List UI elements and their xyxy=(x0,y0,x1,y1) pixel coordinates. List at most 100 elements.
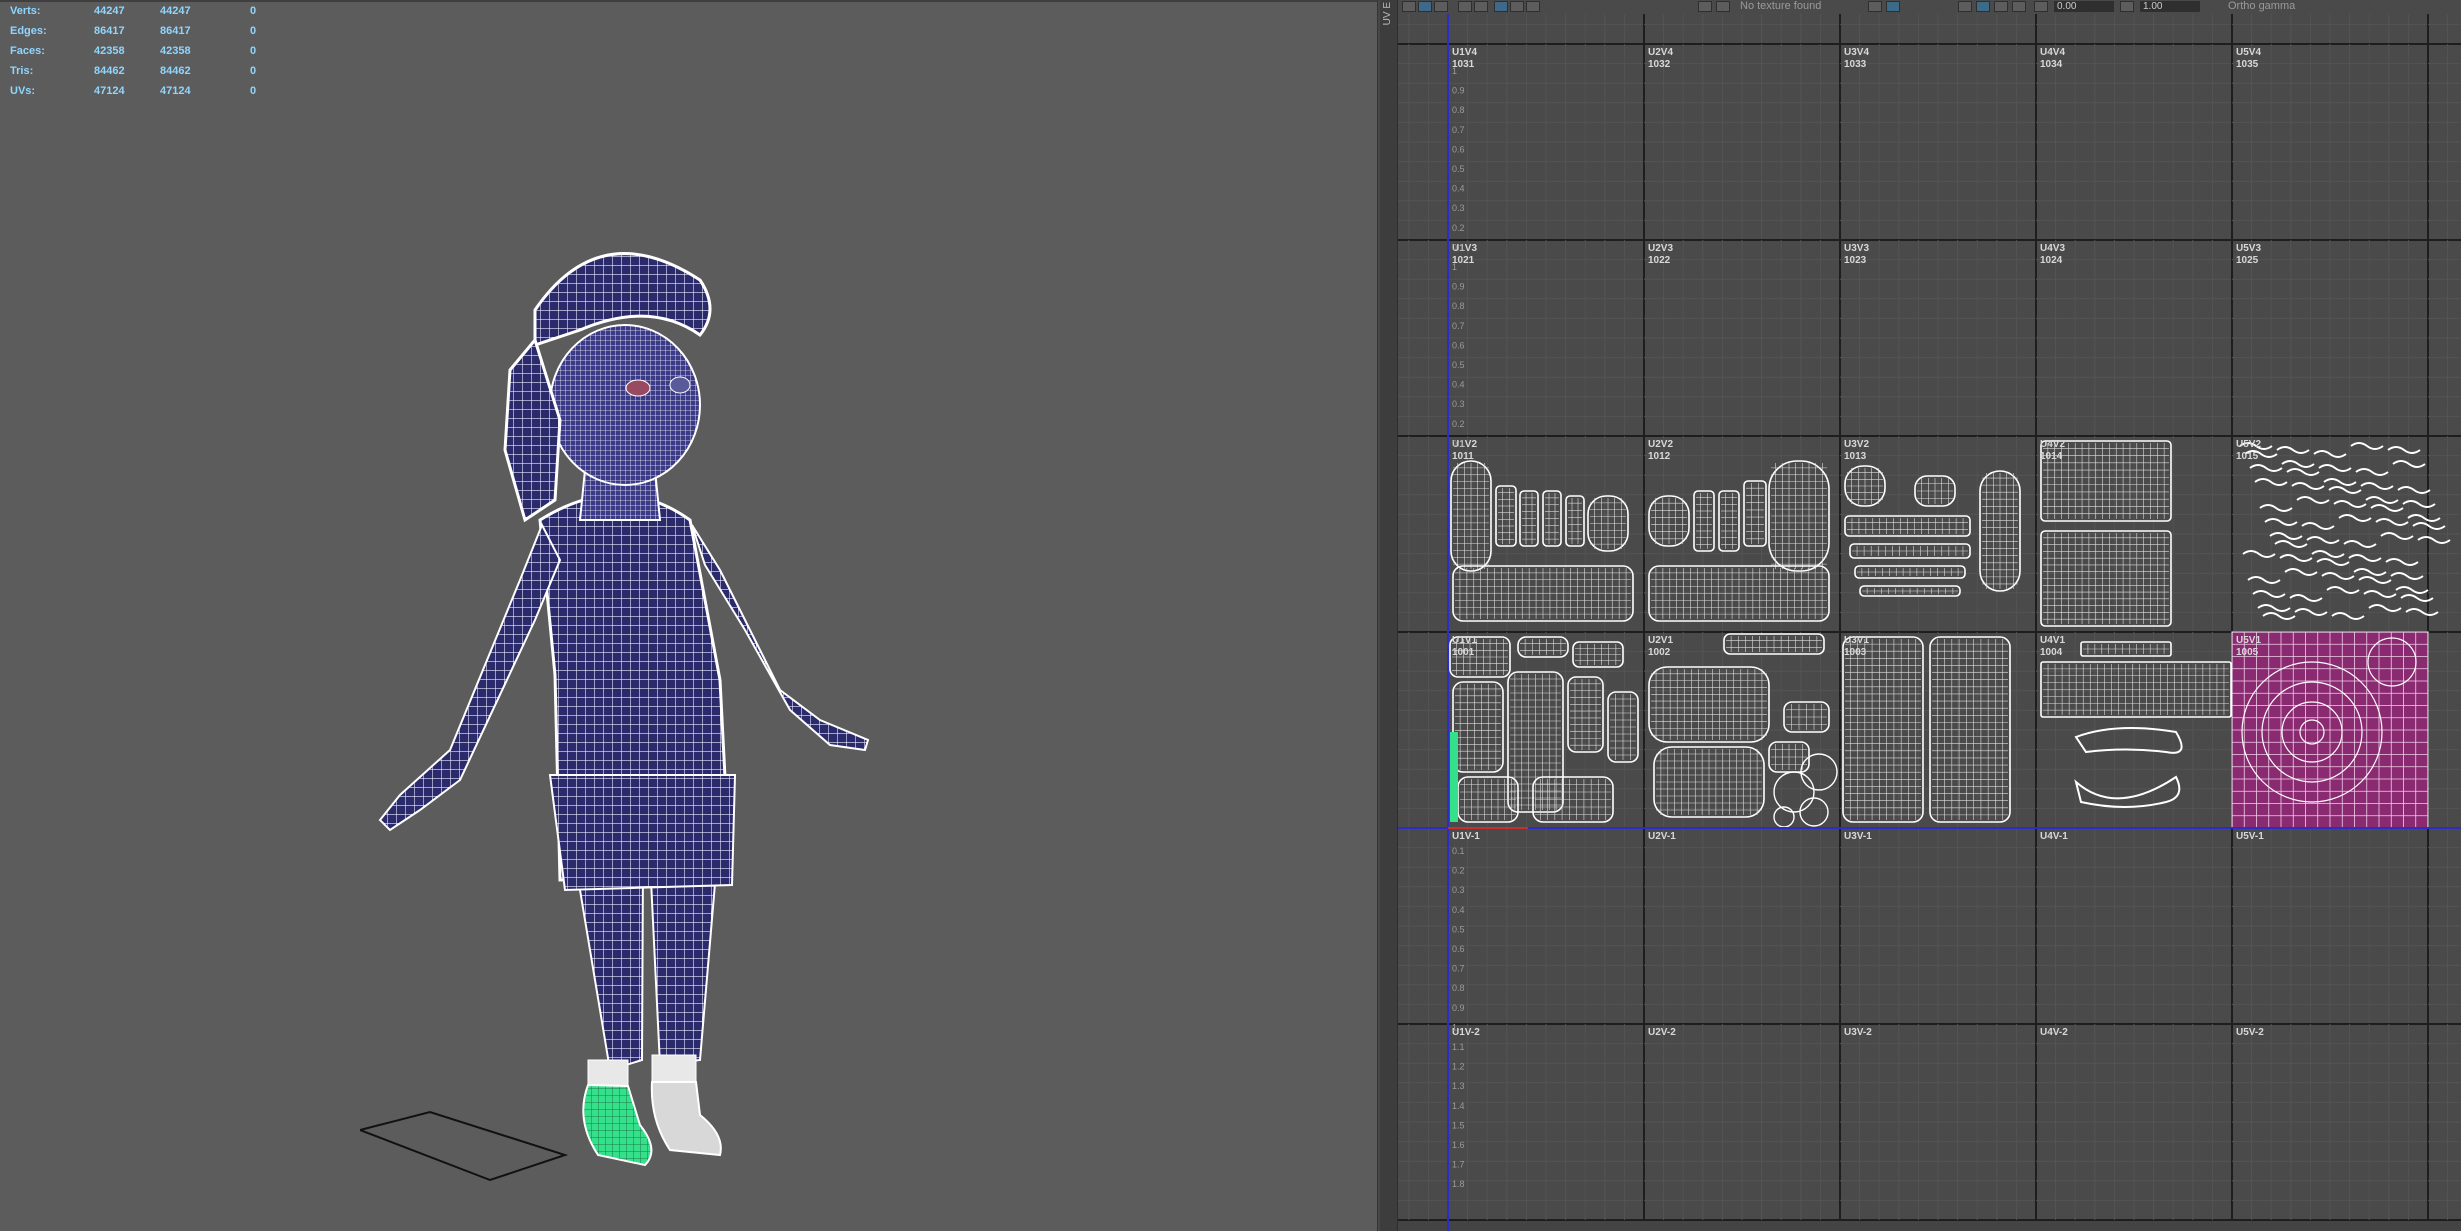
uv-editor-sidebar: UV E xyxy=(1380,0,1398,1231)
uv-tool-icon[interactable] xyxy=(1526,1,1540,12)
hud-value: 42358 xyxy=(160,45,191,57)
tile-label: U2V4 xyxy=(1648,47,1673,58)
uv-editor-panel[interactable]: UV E No texture found 0.00 1.00 Ortho ga… xyxy=(1380,0,2461,1231)
tile-label: U4V1 xyxy=(2040,635,2065,646)
ruler-tick-label: 0.4 xyxy=(1452,905,1465,915)
gamma-field[interactable]: 1.00 xyxy=(2140,1,2200,12)
uv-tool-icon[interactable] xyxy=(1418,1,1432,12)
tile-number: 1014 xyxy=(2040,451,2063,462)
tile-label: U3V-1 xyxy=(1844,831,1872,842)
display-icon[interactable] xyxy=(1994,1,2008,12)
ruler-tick-label: 1.8 xyxy=(1452,1179,1465,1189)
hud-value: 0 xyxy=(250,65,257,77)
ruler-tick-label: 0.9 xyxy=(1452,86,1465,96)
view-transform-label: Ortho gamma xyxy=(2228,0,2296,12)
ruler-tick-label: 1.2 xyxy=(1452,1062,1465,1072)
ruler-tick-label: 0.1 xyxy=(1452,242,1465,252)
uv-tool-icon[interactable] xyxy=(1474,1,1488,12)
tile-number: 1005 xyxy=(2236,647,2259,658)
tile-number: 1025 xyxy=(2236,255,2259,266)
left-sock xyxy=(587,1059,629,1089)
ruler-tick-label: 0.3 xyxy=(1452,885,1465,895)
left-leg xyxy=(573,859,645,1072)
left-shoe xyxy=(582,1083,653,1167)
display-icon[interactable] xyxy=(1868,1,1882,12)
display-icon[interactable] xyxy=(1958,1,1972,12)
ruler-tick-label: 0.7 xyxy=(1452,964,1465,974)
display-icon[interactable] xyxy=(2012,1,2026,12)
shorts xyxy=(548,774,737,892)
exposure-field[interactable]: 0.00 xyxy=(2054,1,2114,12)
ruler-tick-label: 0.9 xyxy=(1452,282,1465,292)
ruler-tick-label: 0.8 xyxy=(1452,983,1465,993)
display-icon[interactable] xyxy=(1886,1,1900,12)
ruler-tick-label: 0.6 xyxy=(1452,340,1465,350)
ruler-tick-label: 1.3 xyxy=(1452,1081,1465,1091)
left-eye xyxy=(625,379,651,397)
character-wireframe-model[interactable] xyxy=(360,220,920,1210)
tile-label: U4V-2 xyxy=(2040,1027,2068,1038)
ruler-tick-label: 0.9 xyxy=(1452,1003,1465,1013)
ruler-tick-label: 0.8 xyxy=(1452,105,1465,115)
ruler-tick-label: 0.6 xyxy=(1452,144,1465,154)
uv-grid-canvas[interactable]: U1V41031U2V41032U3V41033U4V41034U5V41035… xyxy=(1398,14,2461,1231)
viewport-top-strip xyxy=(0,0,1377,2)
tile-label: U2V-1 xyxy=(1648,831,1676,842)
checker-icon[interactable] xyxy=(1716,1,1730,12)
hud-value: 84462 xyxy=(94,65,125,77)
ruler-tick-label: 1 xyxy=(1452,1022,1457,1032)
tile-label: U3V4 xyxy=(1844,47,1869,58)
tile-number: 1032 xyxy=(1648,59,1671,70)
ruler-tick-label: 1.4 xyxy=(1452,1101,1465,1111)
hud-value: 0 xyxy=(250,25,257,37)
uv-tool-icon[interactable] xyxy=(1510,1,1524,12)
uv-tool-icon[interactable] xyxy=(1494,1,1508,12)
hud-value: 0 xyxy=(250,85,257,97)
texture-status: No texture found xyxy=(1740,0,1822,12)
texture-icon[interactable] xyxy=(1698,1,1712,12)
ruler-tick-label: 0.2 xyxy=(1452,419,1465,429)
tile-number: 1022 xyxy=(1648,255,1671,266)
tile-number: 1011 xyxy=(1452,451,1474,462)
ruler-tick-label: 0.7 xyxy=(1452,125,1465,135)
tile-label: U1V4 xyxy=(1452,47,1477,58)
ruler-tick-label: 1 xyxy=(1452,66,1457,76)
ruler-tick-label: 0.6 xyxy=(1452,944,1465,954)
tile-label: U3V-2 xyxy=(1844,1027,1872,1038)
tile-number: 1001 xyxy=(1452,647,1475,658)
tile-label: U4V4 xyxy=(2040,47,2065,58)
ruler-tick-label: 0.5 xyxy=(1452,164,1465,174)
tile-label: U2V3 xyxy=(1648,243,1673,254)
hud-value: 86417 xyxy=(160,25,191,37)
tile-label: U3V2 xyxy=(1844,439,1869,450)
uv-editor-title: UV E xyxy=(1382,2,1393,26)
gamma-icon[interactable] xyxy=(2120,1,2134,12)
uv-toolbar: No texture found 0.00 1.00 Ortho gamma xyxy=(1398,0,2461,15)
tile-label: U5V1 xyxy=(2236,635,2261,646)
tile-label: U4V2 xyxy=(2040,439,2065,450)
tile-label: U1V-1 xyxy=(1452,831,1480,842)
uv-tile xyxy=(1398,14,1449,45)
exposure-icon[interactable] xyxy=(2034,1,2048,12)
uv-tool-icon[interactable] xyxy=(1402,1,1416,12)
tile-label: U4V3 xyxy=(2040,243,2065,254)
right-eye xyxy=(669,376,691,394)
tile-number: 1012 xyxy=(1648,451,1671,462)
3d-viewport[interactable]: Verts: 44247 44247 0 Edges: 86417 86417 … xyxy=(0,0,1377,1231)
tile-label: U5V-2 xyxy=(2236,1027,2264,1038)
ruler-tick-label: 1.6 xyxy=(1452,1140,1465,1150)
uv-tool-icon[interactable] xyxy=(1434,1,1448,12)
uv-tool-icon[interactable] xyxy=(1458,1,1472,12)
hud-value: 84462 xyxy=(160,65,191,77)
head xyxy=(549,324,701,486)
tile-label: U5V-1 xyxy=(2236,831,2264,842)
ruler-tick-label: 0.5 xyxy=(1452,924,1465,934)
display-icon[interactable] xyxy=(1976,1,1990,12)
tile-label: U5V4 xyxy=(2236,47,2261,58)
tile-number: 1004 xyxy=(2040,647,2063,658)
headscarf-tail xyxy=(503,336,562,523)
ruler-tick-label: 1.5 xyxy=(1452,1120,1465,1130)
right-leg xyxy=(648,859,719,1067)
ruler-tick-label: 0.3 xyxy=(1452,399,1465,409)
hud-value: 42358 xyxy=(94,45,125,57)
